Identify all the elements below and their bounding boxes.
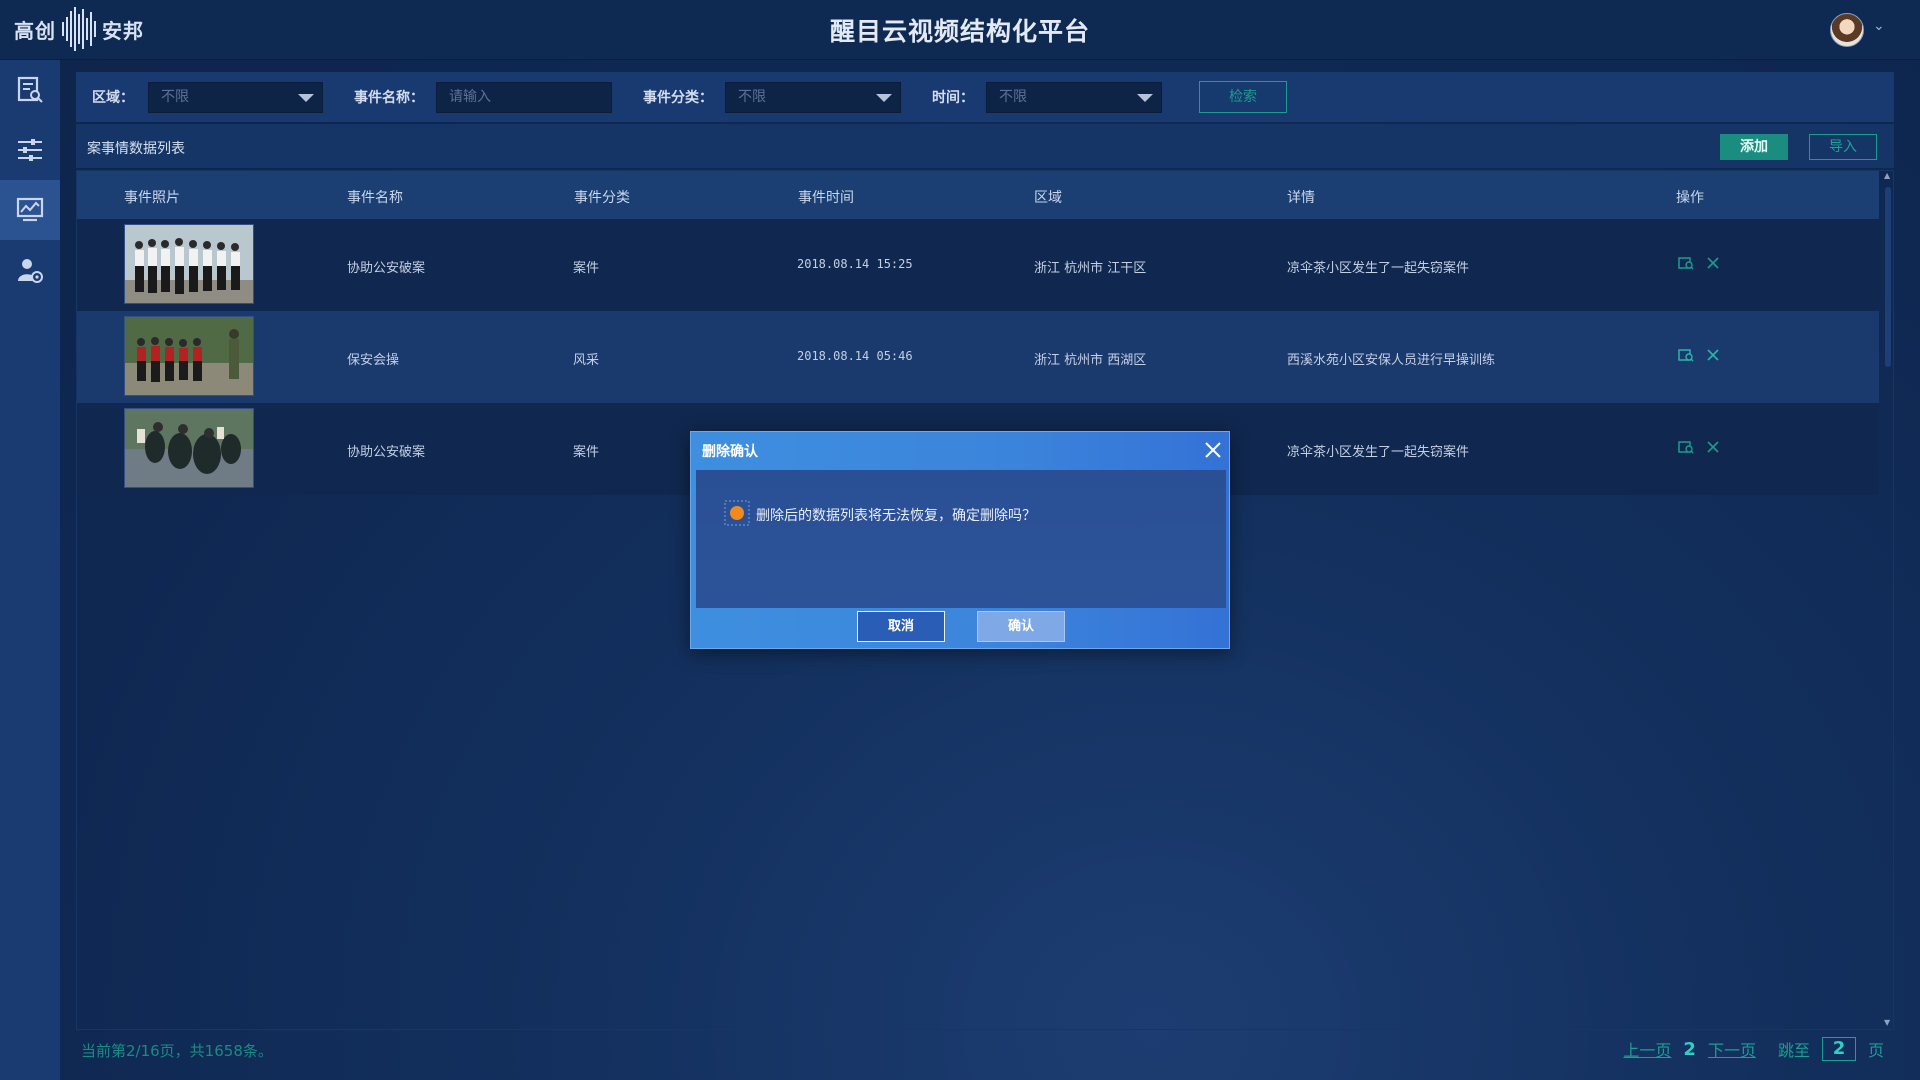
page-title: 醒目云视频结构化平台 [829,17,1090,46]
pagination-info: 当前第2/16页，共1658条。 [81,1042,273,1060]
region-select-value: 不限 [161,88,189,105]
current-page: 2 [1683,1038,1696,1060]
sliders-icon [18,139,42,161]
prev-page-link[interactable]: 上一页 [1623,1037,1671,1061]
caret-down-icon [1137,93,1153,102]
event-category: 风采 [573,353,600,368]
avatar[interactable] [1830,13,1864,47]
region-label: 区域： [92,90,134,106]
pagination: 上一页 2 下一页 跳至 2 页 [1623,1037,1884,1061]
confirm-button[interactable]: 确认 [977,611,1065,642]
time-select-value: 不限 [999,88,1027,105]
monitor-chart-icon [16,197,44,222]
row-actions [1678,439,1720,455]
chevron-down-icon[interactable]: ⌄ [1873,18,1885,34]
view-detail-icon[interactable] [1678,255,1694,271]
jump-page-input[interactable]: 2 [1821,1037,1856,1061]
event-name: 保安会操 [347,353,400,368]
event-name-label: 事件名称： [354,90,424,106]
event-photo[interactable] [124,224,254,304]
table-scrollbar[interactable]: ▲ ▼ [1882,171,1894,1029]
event-time: 2018.08.14 05:46 [797,349,913,363]
event-name-input[interactable]: 请输入 [436,81,612,113]
column-header: 事件分类 [574,190,630,206]
add-button[interactable]: 添加 [1720,134,1788,160]
scrollbar-thumb[interactable] [1885,187,1891,367]
view-detail-icon[interactable] [1678,347,1694,363]
column-header: 详情 [1287,190,1315,206]
category-select[interactable]: 不限 [725,81,901,113]
sidebar-item-users[interactable] [0,240,60,300]
event-category: 案件 [573,261,600,276]
table-header: 事件照片 事件名称 事件分类 事件时间 区域 详情 操作 [77,171,1879,219]
import-button[interactable]: 导入 [1809,134,1877,160]
top-header: 高创 安邦 醒目云视频结构化平台 ⌄ [0,0,1920,60]
event-category: 案件 [573,445,600,460]
column-header: 区域 [1034,190,1062,206]
category-select-value: 不限 [738,88,766,105]
event-time: 2018.08.14 15:25 [797,257,913,271]
event-name: 协助公安破案 [347,445,426,460]
dialog-message: 删除后的数据列表将无法恢复，确定删除吗？ [756,508,1036,524]
time-label: 时间： [932,90,974,106]
category-label: 事件分类： [643,90,713,106]
page-suffix: 页 [1867,1041,1884,1060]
event-region: 浙江 杭州市 江干区 [1034,261,1147,276]
event-name-placeholder: 请输入 [449,88,491,105]
close-icon[interactable] [1203,440,1223,460]
list-title: 案事情数据列表 [87,141,185,157]
event-detail: 西溪水苑小区安保人员进行早操训练 [1287,353,1496,368]
warning-icon [724,500,750,526]
user-settings-icon [18,259,43,283]
sidebar-item-reports[interactable] [0,60,60,120]
search-button[interactable]: 检索 [1199,81,1287,113]
list-header: 案事情数据列表 添加 导入 [76,124,1894,168]
region-select[interactable]: 不限 [148,81,323,113]
view-detail-icon[interactable] [1678,439,1694,455]
dialog-body: 删除后的数据列表将无法恢复，确定删除吗？ [696,470,1226,608]
event-region: 浙江 杭州市 西湖区 [1034,353,1147,368]
caret-down-icon [298,93,314,102]
sidebar [0,60,60,1080]
row-actions [1678,347,1720,363]
next-page-link[interactable]: 下一页 [1708,1037,1756,1061]
event-photo[interactable] [124,408,254,488]
time-select[interactable]: 不限 [986,81,1162,113]
column-header: 事件名称 [347,190,403,206]
filter-bar: 区域： 不限 事件名称： 请输入 事件分类： 不限 时间： 不限 检索 [76,72,1894,122]
delete-icon[interactable] [1706,348,1720,362]
column-header: 事件时间 [798,190,854,206]
sidebar-item-settings[interactable] [0,120,60,180]
table-row[interactable]: 保安会操 风采 2018.08.14 05:46 浙江 杭州市 西湖区 西溪水苑… [77,311,1879,403]
cancel-button[interactable]: 取消 [857,611,945,642]
delete-confirm-dialog: 删除确认 删除后的数据列表将无法恢复，确定删除吗？ 取消 确认 [690,431,1230,649]
sidebar-item-monitor[interactable] [0,180,60,240]
event-detail: 凉伞茶小区发生了一起失窃案件 [1287,261,1470,276]
event-name: 协助公安破案 [347,261,426,276]
dialog-title: 删除确认 [702,444,758,460]
event-photo[interactable] [124,316,254,396]
table-row[interactable]: 协助公安破案 案件 2018.08.14 15:25 浙江 杭州市 江干区 凉伞… [77,219,1879,311]
scroll-up-icon[interactable]: ▲ [1884,171,1890,180]
event-detail: 凉伞茶小区发生了一起失窃案件 [1287,445,1470,460]
report-icon [17,76,43,103]
delete-icon[interactable] [1706,440,1720,454]
caret-down-icon [876,93,892,102]
jump-label: 跳至 [1777,1041,1810,1060]
column-header: 事件照片 [124,190,180,206]
delete-icon[interactable] [1706,256,1720,270]
scroll-down-icon[interactable]: ▼ [1884,1018,1890,1027]
row-actions [1678,255,1720,271]
column-header: 操作 [1676,190,1704,206]
